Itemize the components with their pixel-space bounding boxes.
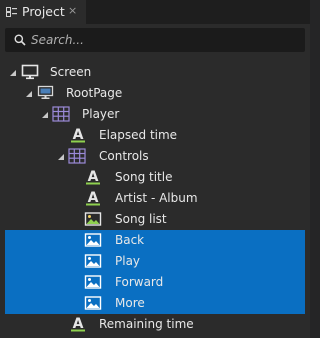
tree-item-play[interactable]: Play	[5, 251, 305, 272]
text-icon: A	[71, 127, 85, 143]
tree-item-player[interactable]: Player	[5, 104, 305, 125]
text-icon: A	[86, 190, 100, 206]
tree-item-label: RootPage	[66, 86, 123, 100]
tree-item-more[interactable]: More	[5, 293, 305, 314]
tree-item-label: Forward	[115, 275, 164, 289]
image-icon	[84, 296, 102, 310]
tree-item-screen[interactable]: Screen	[5, 62, 305, 83]
tree-item-song-list[interactable]: Song list	[5, 209, 305, 230]
search-box	[5, 28, 305, 52]
tree-item-label: Back	[115, 233, 145, 247]
project-panel: Project × Screen RootP	[0, 0, 310, 338]
caret-expanded-icon[interactable]	[41, 111, 49, 119]
tree-item-label: Play	[115, 254, 141, 268]
caret-expanded-icon[interactable]	[25, 90, 33, 98]
image-icon	[84, 254, 102, 268]
tab-label: Project	[22, 4, 65, 19]
image-icon	[84, 212, 102, 226]
project-icon	[6, 7, 17, 17]
search-input[interactable]	[31, 31, 297, 49]
grid-icon	[52, 106, 70, 122]
tree-item-label: Artist - Album	[115, 191, 198, 205]
tree-item-label: Song title	[115, 170, 173, 184]
text-icon: A	[86, 169, 100, 185]
tree-item-label: Remaining time	[99, 317, 194, 331]
image-icon	[84, 233, 102, 247]
tree-item-label: Elapsed time	[99, 128, 178, 142]
tree-item-remaining-time[interactable]: A Remaining time	[5, 314, 305, 335]
tree-item-label: More	[115, 296, 145, 310]
page-icon	[37, 85, 54, 99]
tree-item-back[interactable]: Back	[5, 230, 305, 251]
tree-item-artist-album[interactable]: A Artist - Album	[5, 188, 305, 209]
tree-item-forward[interactable]: Forward	[5, 272, 305, 293]
tree-item-controls[interactable]: Controls	[5, 146, 305, 167]
monitor-icon	[21, 64, 39, 80]
tab-project[interactable]: Project ×	[0, 0, 86, 24]
tree-item-label: Player	[82, 107, 120, 121]
caret-expanded-icon[interactable]	[9, 69, 17, 77]
close-icon[interactable]: ×	[68, 4, 77, 17]
image-icon	[84, 275, 102, 289]
tree-item-rootpage[interactable]: RootPage	[5, 83, 305, 104]
caret-expanded-icon[interactable]	[57, 153, 65, 161]
search-icon	[14, 34, 26, 46]
tab-bar: Project ×	[0, 0, 310, 24]
tree-item-label: Screen	[50, 65, 92, 79]
tree-item-song-title[interactable]: A Song title	[5, 167, 305, 188]
tree-item-elapsed-time[interactable]: A Elapsed time	[5, 125, 305, 146]
tree-item-label: Controls	[99, 149, 149, 163]
text-icon: A	[71, 316, 85, 332]
tree-item-label: Song list	[115, 212, 167, 226]
grid-icon	[68, 148, 86, 164]
